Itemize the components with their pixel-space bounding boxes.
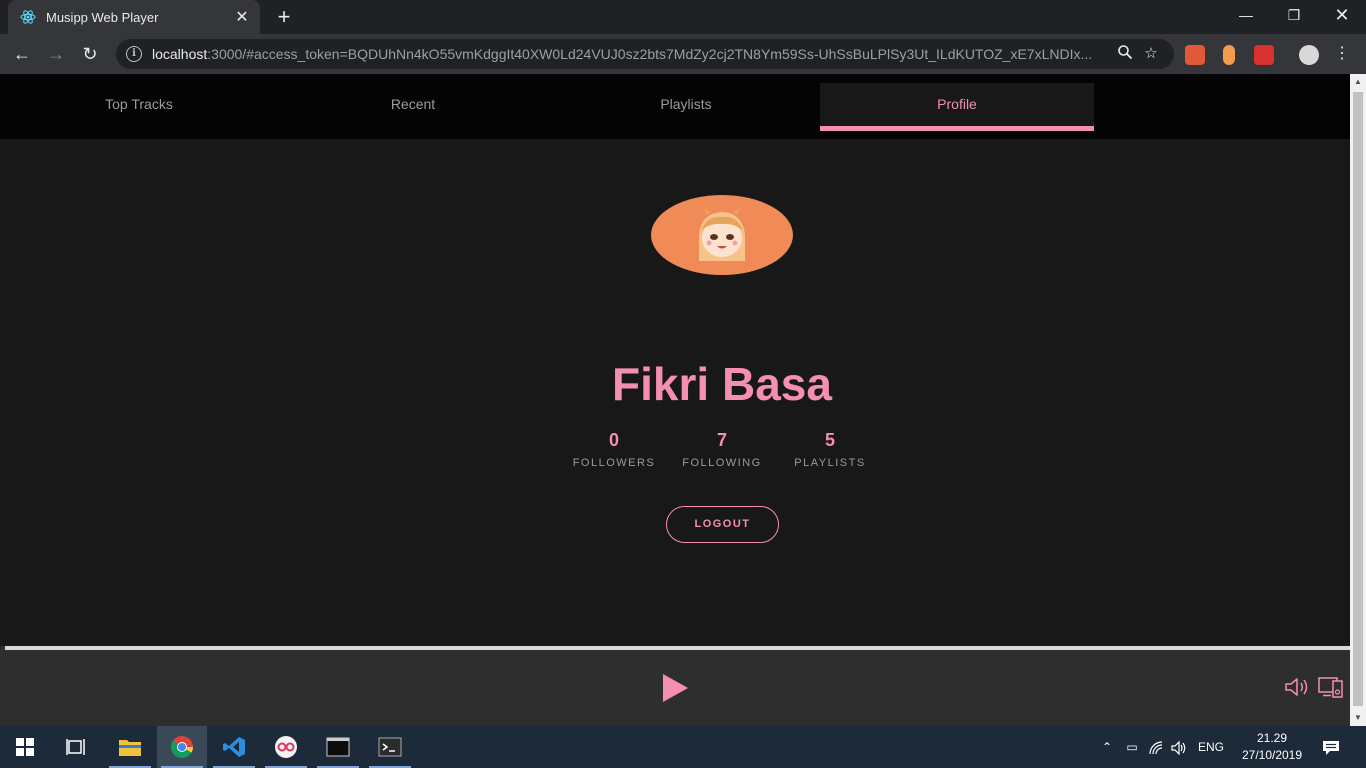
restore-button[interactable]: ❐ bbox=[1271, 0, 1317, 34]
folder-icon bbox=[119, 740, 141, 756]
browser-tab[interactable]: Musipp Web Player ✕ bbox=[8, 0, 260, 34]
tab-close-icon[interactable]: ✕ bbox=[234, 7, 250, 27]
tab-top-tracks[interactable]: Top Tracks bbox=[2, 83, 276, 131]
notifications-icon[interactable] bbox=[1318, 726, 1344, 768]
vscode-icon bbox=[223, 737, 245, 757]
browser-toolbar: ← → ↻ i localhost:3000/#access_token=BQD… bbox=[0, 34, 1366, 74]
stat-label: FOLLOWERS bbox=[572, 457, 656, 469]
chrome-button[interactable] bbox=[157, 726, 207, 768]
stat-playlists: 5 PLAYLISTS bbox=[775, 430, 885, 469]
browser-tab-strip: Musipp Web Player ✕ + — ❐ ✕ bbox=[0, 0, 1366, 34]
extension-icon[interactable] bbox=[1254, 45, 1274, 65]
language-indicator[interactable]: ENG bbox=[1193, 726, 1229, 768]
zoom-icon[interactable] bbox=[1112, 44, 1138, 64]
progress-bar[interactable] bbox=[5, 646, 1350, 650]
top-nav: Top Tracks Recent Playlists Profile bbox=[0, 74, 1350, 139]
address-bar[interactable]: i localhost:3000/#access_token=BQDUhNn4k… bbox=[116, 39, 1174, 69]
site-info-icon[interactable]: i bbox=[126, 46, 142, 62]
tab-title: Musipp Web Player bbox=[46, 9, 159, 25]
task-view-button[interactable] bbox=[52, 726, 102, 768]
forward-button[interactable]: → bbox=[44, 42, 68, 66]
wifi-icon[interactable] bbox=[1147, 726, 1167, 768]
extension-icon[interactable] bbox=[1223, 45, 1235, 65]
clock[interactable]: 21.29 27/10/2019 bbox=[1230, 730, 1314, 764]
volume-icon[interactable] bbox=[1284, 676, 1310, 698]
tab-playlists[interactable]: Playlists bbox=[549, 83, 823, 131]
vscode-button[interactable] bbox=[209, 726, 259, 768]
minimize-button[interactable]: — bbox=[1223, 0, 1269, 34]
url-text: localhost:3000/#access_token=BQDUhNn4kO5… bbox=[152, 46, 1093, 62]
avatar bbox=[651, 195, 793, 275]
show-hidden-icons-icon[interactable]: ⌃ bbox=[1098, 726, 1116, 768]
tab-profile[interactable]: Profile bbox=[820, 83, 1094, 131]
tab-recent[interactable]: Recent bbox=[276, 83, 550, 131]
clock-time: 21.29 bbox=[1256, 731, 1288, 745]
profile-name: Fikri Basa bbox=[612, 358, 832, 410]
bookmark-star-icon[interactable]: ☆ bbox=[1138, 44, 1164, 64]
stat-following: 7 FOLLOWING bbox=[667, 430, 777, 469]
stat-value: 7 bbox=[716, 430, 727, 450]
battery-icon[interactable]: ▭ bbox=[1122, 726, 1142, 768]
task-view-icon bbox=[66, 739, 85, 755]
reload-button[interactable]: ↻ bbox=[78, 42, 102, 66]
react-icon bbox=[20, 9, 36, 25]
scrollbar-thumb[interactable] bbox=[1353, 92, 1363, 706]
clock-date: 27/10/2019 bbox=[1241, 748, 1303, 762]
stat-value: 0 bbox=[608, 430, 619, 450]
menu-icon[interactable]: ⋮ bbox=[1330, 42, 1354, 66]
player-bar bbox=[0, 646, 1350, 726]
profile-avatar-icon[interactable] bbox=[1299, 45, 1319, 65]
stat-followers: 0 FOLLOWERS bbox=[559, 430, 669, 469]
oo-app-icon bbox=[275, 736, 297, 758]
powershell-button[interactable] bbox=[365, 726, 415, 768]
speaker-icon[interactable] bbox=[1169, 726, 1189, 768]
file-explorer-button[interactable] bbox=[105, 726, 155, 768]
extension-icon[interactable] bbox=[1185, 45, 1205, 65]
stat-label: FOLLOWING bbox=[682, 457, 762, 469]
terminal-icon bbox=[326, 737, 350, 757]
scroll-up-icon[interactable]: ▲ bbox=[1350, 74, 1366, 90]
cmd-button[interactable] bbox=[313, 726, 363, 768]
new-tab-button[interactable]: + bbox=[272, 5, 296, 29]
page-scrollbar[interactable]: ▲ ▼ bbox=[1350, 74, 1366, 726]
console-icon bbox=[378, 737, 402, 757]
logout-button[interactable]: LOGOUT bbox=[666, 506, 779, 543]
stat-label: PLAYLISTS bbox=[794, 457, 866, 469]
app-container: Top Tracks Recent Playlists Profile Fikr… bbox=[0, 74, 1350, 726]
back-button[interactable]: ← bbox=[10, 42, 34, 66]
devices-icon[interactable] bbox=[1318, 676, 1344, 698]
windows-icon bbox=[16, 738, 34, 756]
close-window-button[interactable]: ✕ bbox=[1319, 0, 1365, 34]
play-icon[interactable] bbox=[663, 674, 688, 702]
start-button[interactable] bbox=[0, 726, 50, 768]
stat-value: 5 bbox=[824, 430, 835, 450]
taskbar: ⌃ ▭ ENG 21.29 27/10/2019 bbox=[0, 726, 1366, 768]
chrome-icon bbox=[170, 736, 193, 758]
scroll-down-icon[interactable]: ▼ bbox=[1350, 710, 1366, 726]
app-button[interactable] bbox=[261, 726, 311, 768]
